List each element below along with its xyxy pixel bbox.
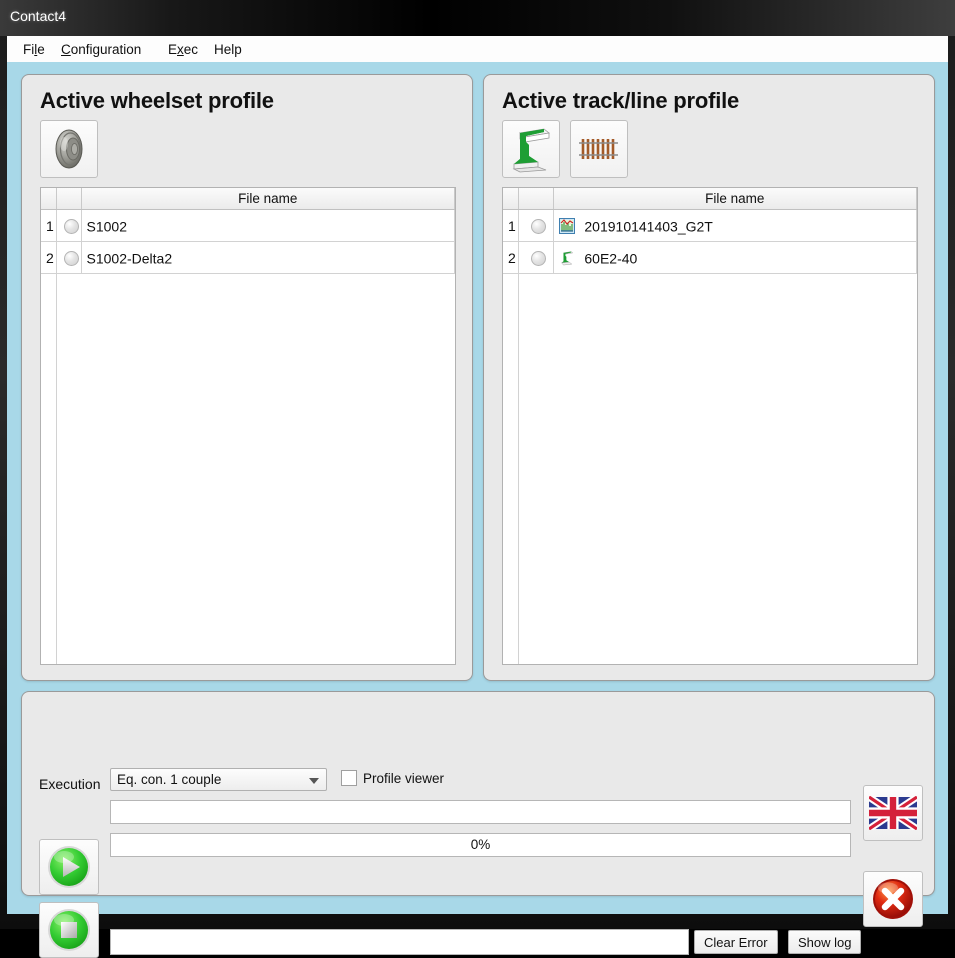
- table-header-row: File name: [41, 188, 455, 210]
- execution-label: Execution: [39, 776, 101, 792]
- window-title: Contact4: [10, 8, 67, 24]
- empty-index-column: [503, 273, 519, 664]
- row-select-cell[interactable]: [518, 209, 554, 242]
- table-empty-area: [41, 273, 455, 664]
- table-row[interactable]: 1 201910141403_G2T: [503, 209, 917, 242]
- row-filename-cell[interactable]: S1002-Delta2: [81, 241, 455, 274]
- col-select-header: [518, 188, 554, 210]
- row-radio[interactable]: [63, 218, 79, 234]
- red-x-icon: [873, 879, 913, 919]
- status-input[interactable]: [110, 800, 851, 824]
- clear-error-button[interactable]: Clear Error: [694, 930, 778, 954]
- execution-mode-value: Eq. con. 1 couple: [117, 772, 222, 787]
- row-index: 1: [41, 209, 57, 242]
- track-file-table[interactable]: File name 1 201910141403_G2T 2 60E2-40: [502, 187, 918, 665]
- empty-cell: [56, 273, 81, 664]
- menu-configuration-label: Configuration: [61, 42, 142, 57]
- menu-file[interactable]: File: [19, 40, 49, 59]
- run-button[interactable]: [39, 839, 99, 895]
- row-select-cell[interactable]: [518, 241, 554, 274]
- col-filename-header: File name: [81, 188, 455, 210]
- empty-cell: [81, 273, 455, 664]
- table-empty-area: [503, 273, 917, 664]
- rail-profile-button[interactable]: [502, 120, 560, 178]
- col-filename-header: File name: [553, 188, 917, 210]
- rail-icon: [512, 128, 550, 173]
- empty-index-column: [41, 273, 57, 664]
- row-radio[interactable]: [530, 250, 546, 266]
- menu-help-label: Help: [214, 42, 242, 57]
- chevron-down-icon: [309, 778, 319, 784]
- client-area: Active wheelset profile File name 1 S100…: [7, 62, 948, 958]
- language-button[interactable]: [863, 785, 923, 841]
- col-index-header: [41, 188, 57, 210]
- col-index-header: [503, 188, 519, 210]
- row-filename: S1002: [86, 218, 127, 235]
- menu-exec-label: Exec: [168, 42, 199, 57]
- row-select-cell[interactable]: [56, 209, 82, 242]
- profile-viewer-label: Profile viewer: [363, 771, 445, 786]
- row-radio[interactable]: [63, 250, 79, 266]
- wheelset-panel-title: Active wheelset profile: [40, 88, 274, 113]
- wheel-icon: [55, 129, 83, 169]
- empty-cell: [553, 273, 917, 664]
- row-radio[interactable]: [530, 218, 546, 234]
- profile-viewer-checkbox[interactable]: [341, 770, 357, 786]
- wheelset-profile-panel: Active wheelset profile File name 1 S100…: [21, 74, 473, 681]
- title-bar: Contact4: [0, 0, 955, 36]
- table-row[interactable]: 1 S1002: [41, 209, 455, 242]
- progress-text: 0%: [470, 837, 491, 852]
- row-index: 2: [503, 241, 519, 274]
- stop-icon: [48, 909, 90, 951]
- table-header-row: File name: [503, 188, 917, 210]
- play-icon: [48, 846, 90, 888]
- table-row[interactable]: 2 S1002-Delta2: [41, 241, 455, 274]
- row-filename: S1002-Delta2: [86, 250, 173, 267]
- row-select-cell[interactable]: [56, 241, 82, 274]
- col-select-header: [56, 188, 82, 210]
- row-index: 1: [503, 209, 519, 242]
- row-index: 2: [41, 241, 57, 274]
- error-input[interactable]: [110, 929, 689, 955]
- row-filename: 201910141403_G2T: [584, 218, 713, 235]
- row-filename: 60E2-40: [584, 250, 638, 267]
- menu-file-label: File: [23, 42, 45, 57]
- wheelset-file-table[interactable]: File name 1 S1002 2 S1002-Delta2: [40, 187, 456, 665]
- wheelset-profile-button[interactable]: [40, 120, 98, 178]
- execution-mode-select[interactable]: Eq. con. 1 couple: [110, 768, 327, 791]
- stop-button[interactable]: [39, 902, 99, 958]
- progress-bar: 0%: [110, 833, 851, 857]
- track-icon: [579, 139, 618, 159]
- track-panel-title: Active track/line profile: [502, 88, 740, 113]
- table-row[interactable]: 2 60E2-40: [503, 241, 917, 274]
- menu-bar: File Configuration Exec Help: [7, 36, 948, 63]
- exit-button[interactable]: [863, 871, 923, 927]
- track-profile-panel: Active track/line profile File name 1 20…: [483, 74, 935, 681]
- row-filename-cell[interactable]: 60E2-40: [553, 241, 917, 274]
- menu-exec[interactable]: Exec: [164, 40, 202, 59]
- empty-cell: [518, 273, 553, 664]
- rail-small-icon: [560, 251, 573, 266]
- row-filename-cell[interactable]: S1002: [81, 209, 455, 242]
- row-filename-cell[interactable]: 201910141403_G2T: [553, 209, 917, 242]
- measurement-icon: [558, 218, 575, 235]
- show-log-button[interactable]: Show log: [788, 930, 862, 954]
- track-layout-button[interactable]: [570, 120, 628, 178]
- application-window: Contact4 File Configuration Exec Help Ac…: [0, 0, 955, 958]
- menu-configuration[interactable]: Configuration: [57, 40, 145, 59]
- execution-panel: Execution Eq. con. 1 couple Profile view…: [21, 691, 935, 958]
- uk-flag-icon: [869, 796, 917, 830]
- menu-help[interactable]: Help: [210, 40, 246, 59]
